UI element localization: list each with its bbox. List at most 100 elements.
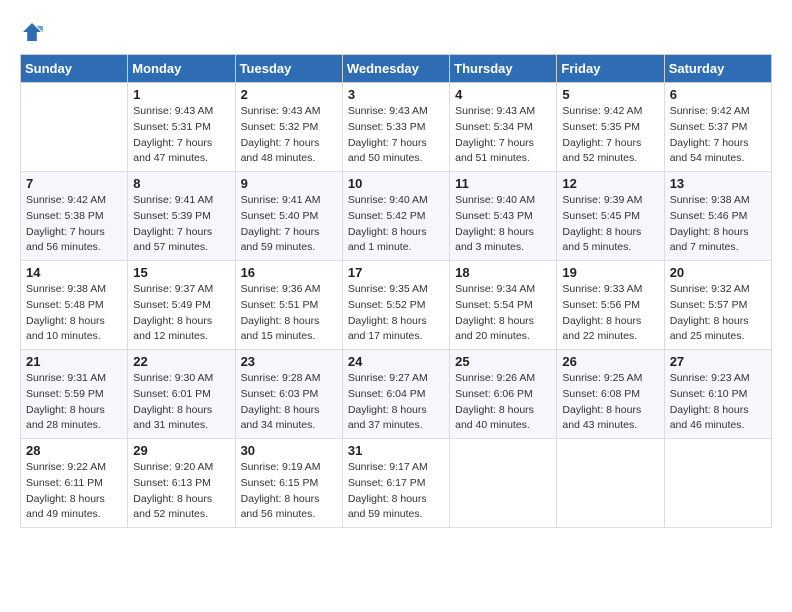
- column-header-saturday: Saturday: [664, 55, 771, 83]
- calendar-cell: [21, 83, 128, 172]
- day-number: 7: [26, 176, 122, 191]
- calendar-cell: 4 Sunrise: 9:43 AMSunset: 5:34 PMDaylight…: [450, 83, 557, 172]
- day-info: Sunrise: 9:23 AMSunset: 6:10 PMDaylight:…: [670, 371, 766, 434]
- day-number: 17: [348, 265, 444, 280]
- day-info: Sunrise: 9:30 AMSunset: 6:01 PMDaylight:…: [133, 371, 229, 434]
- day-info: Sunrise: 9:28 AMSunset: 6:03 PMDaylight:…: [241, 371, 337, 434]
- calendar-cell: 3 Sunrise: 9:43 AMSunset: 5:33 PMDaylight…: [342, 83, 449, 172]
- column-header-tuesday: Tuesday: [235, 55, 342, 83]
- calendar-cell: [557, 439, 664, 528]
- calendar-week-row: 14 Sunrise: 9:38 AMSunset: 5:48 PMDayligh…: [21, 261, 772, 350]
- day-number: 30: [241, 443, 337, 458]
- day-number: 22: [133, 354, 229, 369]
- day-number: 24: [348, 354, 444, 369]
- column-header-friday: Friday: [557, 55, 664, 83]
- calendar-cell: 24 Sunrise: 9:27 AMSunset: 6:04 PMDayligh…: [342, 350, 449, 439]
- column-header-thursday: Thursday: [450, 55, 557, 83]
- day-info: Sunrise: 9:40 AMSunset: 5:43 PMDaylight:…: [455, 193, 551, 256]
- calendar-cell: 19 Sunrise: 9:33 AMSunset: 5:56 PMDayligh…: [557, 261, 664, 350]
- day-number: 12: [562, 176, 658, 191]
- calendar-cell: 20 Sunrise: 9:32 AMSunset: 5:57 PMDayligh…: [664, 261, 771, 350]
- day-number: 21: [26, 354, 122, 369]
- calendar-table: SundayMondayTuesdayWednesdayThursdayFrid…: [20, 54, 772, 528]
- day-number: 3: [348, 87, 444, 102]
- logo-icon: [20, 20, 44, 44]
- calendar-header-row: SundayMondayTuesdayWednesdayThursdayFrid…: [21, 55, 772, 83]
- calendar-cell: 14 Sunrise: 9:38 AMSunset: 5:48 PMDayligh…: [21, 261, 128, 350]
- day-number: 18: [455, 265, 551, 280]
- calendar-cell: [664, 439, 771, 528]
- calendar-week-row: 1Sunrise: 9:43 AMSunset: 5:31 PMDaylight…: [21, 83, 772, 172]
- calendar-cell: 6 Sunrise: 9:42 AMSunset: 5:37 PMDaylight…: [664, 83, 771, 172]
- calendar-cell: 17 Sunrise: 9:35 AMSunset: 5:52 PMDayligh…: [342, 261, 449, 350]
- day-info: Sunrise: 9:27 AMSunset: 6:04 PMDaylight:…: [348, 371, 444, 434]
- day-info: Sunrise: 9:42 AMSunset: 5:35 PMDaylight:…: [562, 104, 658, 167]
- day-info: Sunrise: 9:43 AMSunset: 5:32 PMDaylight:…: [241, 104, 337, 167]
- calendar-cell: 8 Sunrise: 9:41 AMSunset: 5:39 PMDaylight…: [128, 172, 235, 261]
- day-info: Sunrise: 9:32 AMSunset: 5:57 PMDaylight:…: [670, 282, 766, 345]
- day-info: Sunrise: 9:41 AMSunset: 5:40 PMDaylight:…: [241, 193, 337, 256]
- day-number: 31: [348, 443, 444, 458]
- calendar-cell: 26Sunrise: 9:25 AMSunset: 6:08 PMDayligh…: [557, 350, 664, 439]
- calendar-cell: 30 Sunrise: 9:19 AMSunset: 6:15 PMDayligh…: [235, 439, 342, 528]
- day-info: Sunrise: 9:34 AMSunset: 5:54 PMDaylight:…: [455, 282, 551, 345]
- calendar-week-row: 28 Sunrise: 9:22 AMSunset: 6:11 PMDayligh…: [21, 439, 772, 528]
- calendar-cell: 21 Sunrise: 9:31 AMSunset: 5:59 PMDayligh…: [21, 350, 128, 439]
- day-info: Sunrise: 9:31 AMSunset: 5:59 PMDaylight:…: [26, 371, 122, 434]
- day-info: Sunrise: 9:41 AMSunset: 5:39 PMDaylight:…: [133, 193, 229, 256]
- calendar-cell: 5 Sunrise: 9:42 AMSunset: 5:35 PMDaylight…: [557, 83, 664, 172]
- day-info: Sunrise: 9:43 AMSunset: 5:33 PMDaylight:…: [348, 104, 444, 167]
- day-info: Sunrise: 9:20 AMSunset: 6:13 PMDaylight:…: [133, 460, 229, 523]
- calendar-cell: 18 Sunrise: 9:34 AMSunset: 5:54 PMDayligh…: [450, 261, 557, 350]
- day-number: 8: [133, 176, 229, 191]
- calendar-cell: 28 Sunrise: 9:22 AMSunset: 6:11 PMDayligh…: [21, 439, 128, 528]
- day-info: Sunrise: 9:19 AMSunset: 6:15 PMDaylight:…: [241, 460, 337, 523]
- calendar-week-row: 7 Sunrise: 9:42 AMSunset: 5:38 PMDaylight…: [21, 172, 772, 261]
- day-info: Sunrise: 9:42 AMSunset: 5:38 PMDaylight:…: [26, 193, 122, 256]
- calendar-cell: 25Sunrise: 9:26 AMSunset: 6:06 PMDayligh…: [450, 350, 557, 439]
- day-number: 13: [670, 176, 766, 191]
- calendar-cell: 16Sunrise: 9:36 AMSunset: 5:51 PMDayligh…: [235, 261, 342, 350]
- day-info: Sunrise: 9:22 AMSunset: 6:11 PMDaylight:…: [26, 460, 122, 523]
- calendar-cell: 2 Sunrise: 9:43 AMSunset: 5:32 PMDaylight…: [235, 83, 342, 172]
- day-number: 27: [670, 354, 766, 369]
- day-number: 10: [348, 176, 444, 191]
- day-info: Sunrise: 9:43 AMSunset: 5:31 PMDaylight:…: [133, 104, 229, 167]
- day-number: 20: [670, 265, 766, 280]
- column-header-sunday: Sunday: [21, 55, 128, 83]
- day-number: 16: [241, 265, 337, 280]
- day-number: 4: [455, 87, 551, 102]
- day-number: 19: [562, 265, 658, 280]
- calendar-cell: 27 Sunrise: 9:23 AMSunset: 6:10 PMDayligh…: [664, 350, 771, 439]
- day-info: Sunrise: 9:37 AMSunset: 5:49 PMDaylight:…: [133, 282, 229, 345]
- day-number: 5: [562, 87, 658, 102]
- day-number: 2: [241, 87, 337, 102]
- day-number: 6: [670, 87, 766, 102]
- day-info: Sunrise: 9:38 AMSunset: 5:48 PMDaylight:…: [26, 282, 122, 345]
- calendar-cell: [450, 439, 557, 528]
- calendar-cell: 13 Sunrise: 9:38 AMSunset: 5:46 PMDayligh…: [664, 172, 771, 261]
- calendar-cell: 1Sunrise: 9:43 AMSunset: 5:31 PMDaylight…: [128, 83, 235, 172]
- day-number: 9: [241, 176, 337, 191]
- calendar-cell: 9 Sunrise: 9:41 AMSunset: 5:40 PMDaylight…: [235, 172, 342, 261]
- column-header-wednesday: Wednesday: [342, 55, 449, 83]
- calendar-cell: 11 Sunrise: 9:40 AMSunset: 5:43 PMDayligh…: [450, 172, 557, 261]
- day-info: Sunrise: 9:42 AMSunset: 5:37 PMDaylight:…: [670, 104, 766, 167]
- day-info: Sunrise: 9:33 AMSunset: 5:56 PMDaylight:…: [562, 282, 658, 345]
- day-number: 15: [133, 265, 229, 280]
- day-number: 28: [26, 443, 122, 458]
- day-info: Sunrise: 9:39 AMSunset: 5:45 PMDaylight:…: [562, 193, 658, 256]
- calendar-cell: 29Sunrise: 9:20 AMSunset: 6:13 PMDayligh…: [128, 439, 235, 528]
- calendar-cell: 10 Sunrise: 9:40 AMSunset: 5:42 PMDayligh…: [342, 172, 449, 261]
- logo: [20, 20, 48, 44]
- day-info: Sunrise: 9:25 AMSunset: 6:08 PMDaylight:…: [562, 371, 658, 434]
- calendar-cell: 15 Sunrise: 9:37 AMSunset: 5:49 PMDayligh…: [128, 261, 235, 350]
- day-info: Sunrise: 9:40 AMSunset: 5:42 PMDaylight:…: [348, 193, 444, 256]
- day-number: 14: [26, 265, 122, 280]
- calendar-cell: 7 Sunrise: 9:42 AMSunset: 5:38 PMDaylight…: [21, 172, 128, 261]
- day-number: 11: [455, 176, 551, 191]
- day-number: 23: [241, 354, 337, 369]
- day-info: Sunrise: 9:35 AMSunset: 5:52 PMDaylight:…: [348, 282, 444, 345]
- day-info: Sunrise: 9:38 AMSunset: 5:46 PMDaylight:…: [670, 193, 766, 256]
- day-info: Sunrise: 9:43 AMSunset: 5:34 PMDaylight:…: [455, 104, 551, 167]
